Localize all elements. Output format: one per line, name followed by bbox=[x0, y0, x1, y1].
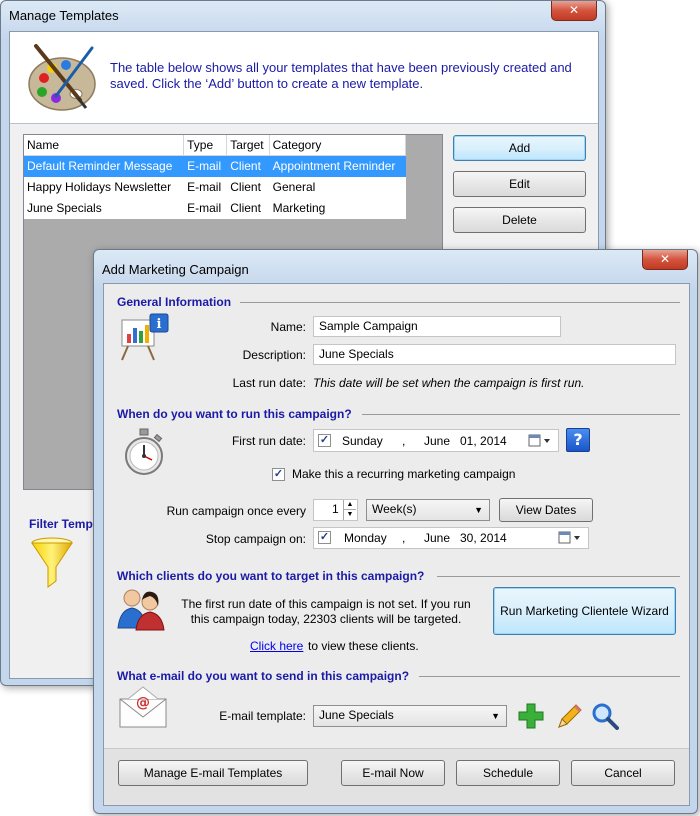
column-header[interactable]: Type bbox=[183, 135, 228, 156]
section-divider bbox=[240, 302, 680, 303]
period-value: Week(s) bbox=[372, 502, 417, 516]
email-heading: What e-mail do you want to send in this … bbox=[117, 669, 410, 683]
table-row[interactable]: June Specials E-mail Client Marketing bbox=[24, 197, 407, 219]
stop-date-picker[interactable]: ✓ Monday , June 30, 2014 bbox=[313, 527, 589, 549]
help-button[interactable]: ? bbox=[566, 428, 590, 452]
delete-button[interactable]: Delete bbox=[453, 207, 586, 233]
stop-campaign-label: Stop campaign on: bbox=[205, 532, 306, 546]
section-divider bbox=[419, 676, 680, 677]
svg-text:@: @ bbox=[136, 695, 150, 711]
interval-value: 1 bbox=[332, 502, 339, 516]
clients-heading: Which clients do you want to target in t… bbox=[117, 569, 425, 583]
add-marketing-campaign-window: Add Marketing Campaign ✕ General Informa… bbox=[93, 249, 698, 814]
cell-target: Client bbox=[226, 176, 270, 198]
period-dropdown[interactable]: Week(s) ▼ bbox=[366, 499, 490, 521]
calendar-dropdown-icon[interactable] bbox=[558, 530, 584, 546]
stopwatch-icon bbox=[125, 428, 163, 475]
email-now-button[interactable]: E-mail Now bbox=[341, 760, 445, 786]
spin-down-icon[interactable]: ▼ bbox=[343, 510, 356, 520]
first-run-date-checkbox[interactable]: ✓ bbox=[318, 434, 331, 447]
cell-name: Happy Holidays Newsletter bbox=[24, 176, 185, 198]
svg-text:i: i bbox=[157, 317, 162, 332]
name-field[interactable]: Sample Campaign bbox=[313, 316, 561, 337]
day-year: 30, 2014 bbox=[460, 531, 507, 545]
add-button[interactable]: Add bbox=[453, 135, 586, 161]
filter-templates-label: Filter Temp bbox=[29, 517, 93, 531]
description-label: Description: bbox=[242, 348, 306, 362]
weekday: Sunday bbox=[342, 434, 383, 448]
weekday: Monday bbox=[344, 531, 387, 545]
cell-target: Client bbox=[226, 155, 270, 177]
last-run-date-value: This date will be set when the campaign … bbox=[313, 376, 585, 390]
table-header-row: Name Type Target Category bbox=[24, 135, 407, 156]
add-icon[interactable] bbox=[517, 702, 545, 730]
recurring-checkbox[interactable]: ✓ bbox=[272, 468, 285, 481]
separator: , bbox=[402, 434, 406, 448]
presentation-board-icon: i bbox=[121, 313, 169, 361]
run-wizard-button[interactable]: Run Marketing Clientele Wizard bbox=[493, 587, 676, 635]
chevron-down-icon: ▼ bbox=[474, 505, 483, 515]
section-divider bbox=[437, 576, 680, 577]
magnifier-icon[interactable] bbox=[591, 702, 619, 730]
cell-category: General bbox=[269, 176, 407, 198]
button-bar: Manage E-mail Templates E-mail Now Sched… bbox=[104, 748, 689, 805]
cell-type: E-mail bbox=[183, 197, 228, 219]
first-run-date-picker[interactable]: ✓ Sunday , June 01, 2014 bbox=[313, 429, 559, 452]
email-envelope-icon: @ bbox=[119, 686, 167, 728]
general-information-heading: General Information bbox=[117, 295, 232, 309]
column-header[interactable]: Name bbox=[24, 135, 185, 156]
intro-text: The table below shows all your templates… bbox=[110, 60, 572, 91]
spin-up-icon[interactable]: ▲ bbox=[343, 500, 356, 510]
day-year: 01, 2014 bbox=[460, 434, 507, 448]
table-row[interactable]: Happy Holidays Newsletter E-mail Client … bbox=[24, 176, 407, 198]
name-label: Name: bbox=[270, 320, 306, 334]
cell-category: Marketing bbox=[269, 197, 407, 219]
schedule-heading: When do you want to run this campaign? bbox=[117, 407, 352, 421]
campaign-body: General Information i Name: Sample Campa… bbox=[103, 283, 690, 806]
cell-type: E-mail bbox=[183, 155, 228, 177]
cell-target: Client bbox=[226, 197, 270, 219]
month: June bbox=[424, 531, 451, 545]
window-title: Add Marketing Campaign bbox=[102, 262, 249, 277]
edit-button[interactable]: Edit bbox=[453, 171, 586, 197]
chevron-down-icon: ▼ bbox=[491, 711, 500, 721]
email-template-label: E-mail template: bbox=[219, 709, 306, 723]
header-panel: The table below shows all your templates… bbox=[10, 32, 598, 124]
pencil-icon[interactable] bbox=[554, 702, 582, 730]
view-dates-button[interactable]: View Dates bbox=[499, 498, 593, 522]
last-run-date-label: Last run date: bbox=[232, 376, 306, 390]
cell-category: Appointment Reminder bbox=[269, 155, 407, 177]
users-icon bbox=[117, 589, 165, 631]
column-header[interactable]: Target bbox=[226, 135, 270, 156]
calendar-dropdown-icon[interactable] bbox=[528, 433, 554, 449]
close-button[interactable]: ✕ bbox=[551, 1, 597, 21]
email-template-dropdown[interactable]: June Specials ▼ bbox=[313, 705, 507, 727]
interval-stepper[interactable]: 1 ▲ ▼ bbox=[313, 499, 358, 521]
stop-date-checkbox[interactable]: ✓ bbox=[318, 531, 331, 544]
run-every-label: Run campaign once every bbox=[166, 504, 306, 518]
column-header[interactable]: Category bbox=[269, 135, 407, 156]
first-run-date-label: First run date: bbox=[231, 434, 306, 448]
target-clients-message: The first run date of this campaign is n… bbox=[181, 597, 471, 626]
close-button[interactable]: ✕ bbox=[642, 250, 688, 270]
email-template-value: June Specials bbox=[319, 708, 394, 722]
window-title: Manage Templates bbox=[9, 8, 119, 23]
schedule-button[interactable]: Schedule bbox=[456, 760, 560, 786]
cell-name: June Specials bbox=[24, 197, 185, 219]
description-field[interactable]: June Specials bbox=[313, 344, 676, 365]
view-clients-link[interactable]: Click here bbox=[250, 639, 303, 653]
funnel-icon bbox=[31, 537, 73, 588]
separator: , bbox=[402, 531, 406, 545]
manage-email-templates-button[interactable]: Manage E-mail Templates bbox=[118, 760, 308, 786]
view-clients-suffix: to view these clients. bbox=[308, 639, 419, 653]
cell-type: E-mail bbox=[183, 176, 228, 198]
recurring-label: Make this a recurring marketing campaign bbox=[292, 467, 516, 481]
section-divider bbox=[362, 414, 680, 415]
palette-icon bbox=[28, 44, 96, 111]
month: June bbox=[424, 434, 451, 448]
cell-name: Default Reminder Message bbox=[24, 155, 185, 177]
cancel-button[interactable]: Cancel bbox=[571, 760, 675, 786]
table-row[interactable]: Default Reminder Message E-mail Client A… bbox=[24, 155, 407, 177]
